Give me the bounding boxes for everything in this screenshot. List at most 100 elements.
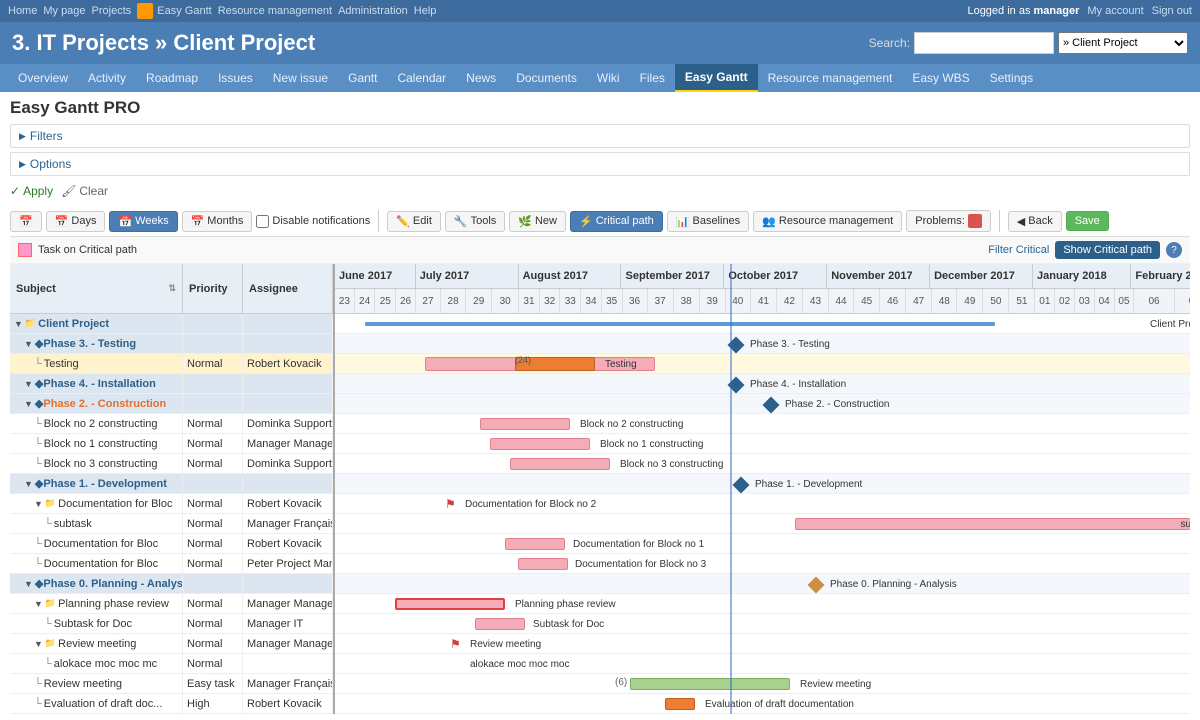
collapse-icon[interactable]: ▼ xyxy=(24,399,33,409)
disable-notifications-checkbox[interactable] xyxy=(256,215,269,228)
tab-issues[interactable]: Issues xyxy=(208,65,263,91)
disable-notifications-label[interactable]: Disable notifications xyxy=(256,215,370,228)
my-account-link[interactable]: My account xyxy=(1087,5,1143,17)
tab-activity[interactable]: Activity xyxy=(78,65,136,91)
assignee-column-header[interactable]: Assignee xyxy=(243,264,333,313)
task-row[interactable]: ▼ ◆ Phase 1. - Development xyxy=(10,474,333,494)
task-row[interactable]: ▼ 📁 Client Project xyxy=(10,314,333,334)
gantt-scroll-area[interactable]: June 2017 July 2017 August 2017 Septembe… xyxy=(335,264,1190,714)
administration-link[interactable]: Administration xyxy=(338,5,408,17)
expand-icon[interactable]: ▼ xyxy=(34,639,43,649)
mypage-link[interactable]: My page xyxy=(43,5,85,17)
month-header-nov: November 2017 xyxy=(827,264,930,288)
subject-column-header[interactable]: Subject ⇅ xyxy=(10,264,183,313)
task-name: Block no 3 constructing xyxy=(44,458,158,470)
back-button[interactable]: ◀ Back xyxy=(1008,211,1062,232)
collapse-icon[interactable]: ▼ xyxy=(24,579,33,589)
tab-documents[interactable]: Documents xyxy=(506,65,587,91)
weeks-button[interactable]: 📅 Weeks xyxy=(109,211,177,232)
task-row[interactable]: ▼ 📁 Review meeting Normal Manager Manage… xyxy=(10,634,333,654)
easygantt-link[interactable]: Easy Gantt xyxy=(157,5,211,17)
edit-button[interactable]: ✏️ Edit xyxy=(387,211,441,232)
tab-overview[interactable]: Overview xyxy=(8,65,78,91)
week-cell: 25 xyxy=(375,289,396,313)
collapse-icon[interactable]: ▼ xyxy=(24,479,33,489)
collapse-icon[interactable]: ▼ xyxy=(24,379,33,389)
resource-mgmt-button[interactable]: 👥 Resource management xyxy=(753,211,902,232)
task-row[interactable]: └ Documentation for Bloc Normal Robert K… xyxy=(10,534,333,554)
folder-icon: 📁 xyxy=(45,498,56,509)
baselines-button[interactable]: 📊 Baselines xyxy=(667,211,749,232)
show-critical-path-button[interactable]: Show Critical path xyxy=(1055,241,1160,259)
new-button[interactable]: 🌿 New xyxy=(509,211,566,232)
expand-icon[interactable]: ▼ xyxy=(34,599,43,609)
filter-critical-link[interactable]: Filter Critical xyxy=(988,244,1049,256)
tools-button[interactable]: 🔧 Tools xyxy=(445,211,505,232)
tab-easywbs[interactable]: Easy WBS xyxy=(902,65,979,91)
critical-path-button[interactable]: ⚡ Critical path xyxy=(570,211,663,232)
task-row[interactable]: └ Block no 3 constructing Normal Dominka… xyxy=(10,454,333,474)
block2-label: Block no 2 constructing xyxy=(580,419,683,430)
priority-column-header[interactable]: Priority xyxy=(183,264,243,313)
projects-link[interactable]: Projects xyxy=(92,5,132,17)
task-row[interactable]: └ alokace moc moc mc Normal xyxy=(10,654,333,674)
search-input[interactable] xyxy=(914,32,1054,54)
client-project-bar xyxy=(365,322,995,326)
tab-resourcemgmt[interactable]: Resource management xyxy=(758,65,903,91)
task-row[interactable]: └ Documentation for Bloc Normal Peter Pr… xyxy=(10,554,333,574)
calendar-view-button[interactable]: 📅 xyxy=(10,211,42,232)
task-assignee: Peter Project Man xyxy=(243,554,333,573)
task-row[interactable]: ▼ ◆ Phase 4. - Installation xyxy=(10,374,333,394)
top-navigation: Home My page Projects Easy Gantt Resourc… xyxy=(0,0,1200,22)
task-row[interactable]: ▼ ◆ Phase 3. - Testing xyxy=(10,334,333,354)
subtask-icon: └ xyxy=(34,698,42,710)
task-row[interactable]: └ subtask Normal Manager Française xyxy=(10,514,333,534)
days-button[interactable]: 📅 Days xyxy=(46,211,106,232)
home-link[interactable]: Home xyxy=(8,5,37,17)
tab-newissue[interactable]: New issue xyxy=(263,65,338,91)
help-link[interactable]: Help xyxy=(414,5,437,17)
search-dropdown[interactable]: » Client Project xyxy=(1058,32,1188,54)
tab-wiki[interactable]: Wiki xyxy=(587,65,630,91)
save-button[interactable]: Save xyxy=(1066,211,1109,231)
task-row[interactable]: └ Block no 2 constructing Normal Dominka… xyxy=(10,414,333,434)
options-toggle[interactable]: Options xyxy=(11,153,1189,175)
sign-out-link[interactable]: Sign out xyxy=(1152,5,1192,17)
task-row[interactable]: ▼ ◆ Phase 2. - Construction xyxy=(10,394,333,414)
expand-icon[interactable]: ▼ xyxy=(34,499,43,509)
task-row[interactable]: └ Evaluation of draft doc... High Robert… xyxy=(10,694,333,714)
task-row[interactable]: └ Subtask for Doc Normal Manager IT xyxy=(10,614,333,634)
tab-easygantt[interactable]: Easy Gantt xyxy=(675,64,758,92)
task-row[interactable]: ▼ 📁 Documentation for Bloc Normal Robert… xyxy=(10,494,333,514)
gantt-row-phase0: Phase 0. Planning - Analysis xyxy=(335,574,1190,594)
week-cell: 51 xyxy=(1009,289,1035,313)
reviewmeeting-label: Review meeting xyxy=(470,639,541,650)
task-name-cell: └ alokace moc moc mc xyxy=(10,654,183,673)
apply-button[interactable]: ✓ Apply xyxy=(10,184,53,198)
collapse-icon[interactable]: ▼ xyxy=(24,339,33,349)
tab-files[interactable]: Files xyxy=(630,65,675,91)
subtaskdoc-bar xyxy=(475,618,525,630)
tab-settings[interactable]: Settings xyxy=(980,65,1043,91)
tab-gantt[interactable]: Gantt xyxy=(338,65,387,91)
gantt-row-subtask: subtask xyxy=(335,514,1190,534)
task-row[interactable]: └ Review meeting Easy task Manager Franç… xyxy=(10,674,333,694)
task-name-cell: └ Documentation for Bloc xyxy=(10,534,183,553)
clear-button[interactable]: 🖌 Clear xyxy=(61,184,108,198)
task-row[interactable]: └ Testing Normal Robert Kovacik xyxy=(10,354,333,374)
tab-roadmap[interactable]: Roadmap xyxy=(136,65,208,91)
months-button[interactable]: 📅 Months xyxy=(182,211,253,232)
milestone-phase4 xyxy=(728,377,745,394)
expand-icon[interactable]: ▼ xyxy=(14,319,23,329)
task-row[interactable]: ▼ ◆ Phase 0. Planning - Analysis xyxy=(10,574,333,594)
task-assignee: Manager IT xyxy=(243,614,333,633)
task-row[interactable]: ▼ 📁 Planning phase review Normal Manager… xyxy=(10,594,333,614)
tab-calendar[interactable]: Calendar xyxy=(387,65,456,91)
tab-news[interactable]: News xyxy=(456,65,506,91)
task-row[interactable]: └ Block no 1 constructing Normal Manager… xyxy=(10,434,333,454)
resource-mgmt-link[interactable]: Resource management xyxy=(218,5,332,17)
critical-help-icon[interactable]: ? xyxy=(1166,242,1182,258)
filters-toggle[interactable]: Filters xyxy=(11,125,1189,147)
gantt-left-panel: Subject ⇅ Priority Assignee ▼ 📁 Client P… xyxy=(10,264,335,714)
problems-button[interactable]: Problems: xyxy=(906,210,991,232)
